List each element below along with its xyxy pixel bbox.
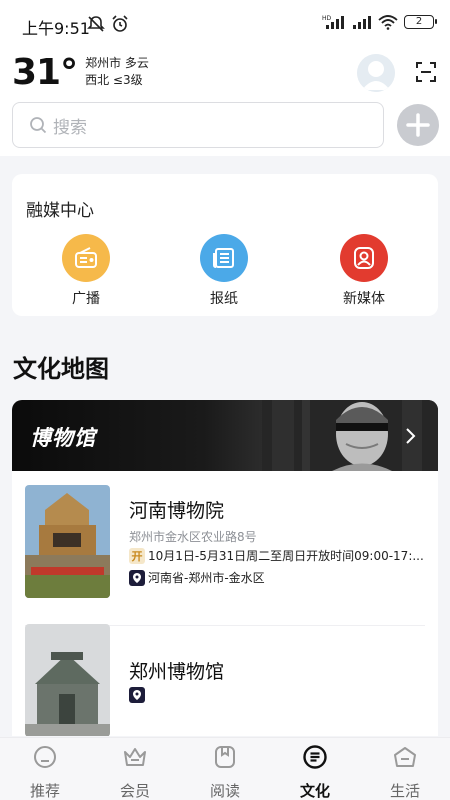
tab-life[interactable]: 生活 <box>370 744 440 800</box>
tab-read[interactable]: 阅读 <box>190 744 260 800</box>
museum-hours-row: 开 10月1日-5月31日周二至周日开放时间09:00-17:... <box>129 547 424 564</box>
read-icon <box>215 746 235 768</box>
crown-icon <box>124 748 146 766</box>
chevron-right-icon <box>406 428 416 444</box>
museum-region: 河南省-郑州市-金水区 <box>148 571 265 585</box>
museum-address: 郑州市金水区农业路8号 <box>129 530 257 544</box>
search-input[interactable]: 搜索 <box>12 102 384 148</box>
signal-hd-icon: HD <box>322 15 344 29</box>
museum-list: 河南博物院 郑州市金水区农业路8号 开 10月1日-5月31日周二至周日开放时间… <box>12 471 438 736</box>
signal-icon <box>353 16 371 29</box>
search-icon <box>30 117 47 134</box>
weather-widget[interactable]: 31° 郑州市 多云 西北 ≤3级 <box>12 51 149 93</box>
media-item-radio[interactable]: 广播 <box>46 234 126 308</box>
status-bar: 上午9:51 HD 2 <box>0 0 450 50</box>
open-badge-icon: 开 <box>129 547 145 564</box>
svg-text:HD: HD <box>322 15 332 22</box>
media-item-new-media[interactable]: 新媒体 <box>324 234 404 308</box>
tab-culture[interactable]: 文化 <box>280 744 350 800</box>
newspaper-icon <box>200 234 248 282</box>
banner-title: 博物馆 <box>30 426 96 450</box>
list-item[interactable]: 郑州博物馆 <box>12 624 438 736</box>
search-placeholder: 搜索 <box>53 117 87 138</box>
museum-thumbnail <box>25 624 110 736</box>
media-item-newspaper[interactable]: 报纸 <box>184 234 264 308</box>
tab-label: 会员 <box>119 782 150 800</box>
tab-label: 阅读 <box>209 782 240 800</box>
section-title-culture-map: 文化地图 <box>13 355 109 383</box>
scan-icon[interactable] <box>414 60 438 84</box>
museum-banner[interactable]: 博物馆 <box>12 400 438 471</box>
museum-thumbnail <box>25 485 110 598</box>
wifi-icon <box>378 15 398 30</box>
museum-region-row: 河南省-郑州市-金水区 <box>129 569 265 586</box>
media-center-card: 融媒中心 广播 报纸 新媒体 <box>12 174 438 316</box>
plus-icon <box>406 113 430 137</box>
mute-icon <box>87 16 105 32</box>
tab-label: 生活 <box>389 782 420 800</box>
life-icon <box>394 747 416 767</box>
media-center-title: 融媒中心 <box>26 201 94 221</box>
museum-name: 河南博物院 <box>129 500 225 522</box>
media-item-label: 报纸 <box>210 291 238 307</box>
radio-icon <box>62 234 110 282</box>
museum-region-row <box>129 687 148 703</box>
weather-wind: 西北 ≤3级 <box>85 73 143 87</box>
tab-member[interactable]: 会员 <box>100 744 170 800</box>
tab-label: 文化 <box>299 782 330 800</box>
add-button[interactable] <box>397 104 439 146</box>
location-pin-icon <box>129 687 145 703</box>
alarm-icon <box>112 15 128 32</box>
status-time: 上午9:51 <box>22 19 90 38</box>
avatar-icon <box>357 54 395 92</box>
media-item-label: 广播 <box>72 291 100 307</box>
avatar[interactable] <box>357 54 395 92</box>
museum-name: 郑州博物馆 <box>129 661 225 683</box>
museum-hours: 10月1日-5月31日周二至周日开放时间09:00-17:... <box>148 549 424 563</box>
tab-recommend[interactable]: 推荐 <box>10 744 80 800</box>
weather-location: 郑州市 多云 <box>85 56 149 70</box>
media-item-label: 新媒体 <box>343 291 385 307</box>
tab-label: 推荐 <box>29 782 60 800</box>
list-item[interactable]: 河南博物院 郑州市金水区农业路8号 开 10月1日-5月31日周二至周日开放时间… <box>12 485 438 626</box>
new-media-icon <box>340 234 388 282</box>
temperature: 31° <box>12 51 78 93</box>
culture-icon <box>303 745 327 769</box>
header-area: 上午9:51 HD 2 31° 郑州市 多云 西北 ≤3级 搜索 <box>0 0 450 156</box>
battery-icon: 2 <box>404 15 437 29</box>
recommend-icon <box>34 746 56 768</box>
location-pin-icon <box>129 569 145 586</box>
bottom-tab-bar: 推荐 会员 阅读 文化 生活 <box>0 737 450 800</box>
